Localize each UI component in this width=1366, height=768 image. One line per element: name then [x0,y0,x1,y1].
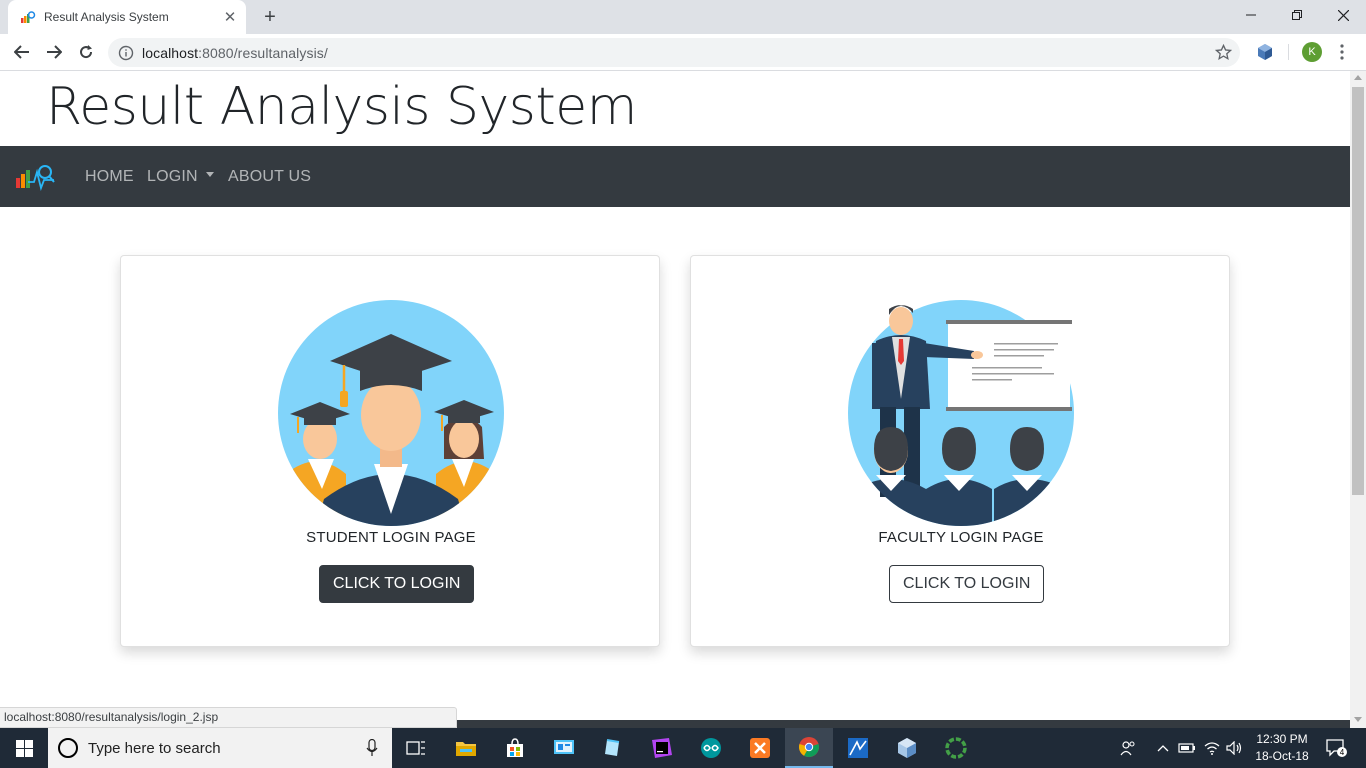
virtualbox-icon[interactable] [883,728,931,768]
task-view-icon[interactable] [392,728,440,768]
site-favicon-icon [21,11,36,23]
notepad-icon[interactable] [589,728,637,768]
nav-login-label: LOGIN [147,168,198,185]
faculty-login-label: FACULTY LOGIN PAGE [878,529,1044,546]
control-panel-icon[interactable] [540,728,588,768]
microphone-icon[interactable] [366,739,378,757]
arduino-icon[interactable] [687,728,735,768]
people-icon[interactable] [1116,728,1140,768]
xampp-icon[interactable] [736,728,784,768]
scroll-up-icon[interactable] [1354,75,1362,80]
minimize-icon[interactable] [1228,0,1274,30]
store-icon[interactable] [491,728,539,768]
site-title: Result Analysis System [46,77,637,137]
presenter-icon [848,300,1074,526]
bookmark-star-icon[interactable] [1215,44,1232,61]
notification-center-icon[interactable]: 4 [1320,728,1352,768]
new-tab-button[interactable]: + [258,6,282,28]
site-navbar: HOME LOGIN ABOUT US [0,146,1350,207]
wifi-icon[interactable] [1202,728,1222,768]
close-window-icon[interactable] [1320,0,1366,30]
info-icon[interactable] [118,45,134,61]
chevron-down-icon [205,172,214,177]
extension-cube-icon[interactable] [1255,42,1275,62]
student-login-label: STUDENT LOGIN PAGE [306,529,476,546]
url-host: localhost [142,44,199,61]
volume-icon[interactable] [1224,728,1246,768]
brand-logo-icon[interactable] [14,160,56,192]
file-explorer-icon[interactable] [442,728,490,768]
scroll-thumb[interactable] [1352,87,1364,495]
browser-tab-strip: Result Analysis System ✕ + [0,0,1366,34]
url-text: localhost:8080/resultanalysis/ [142,45,328,61]
chrome-menu-icon[interactable] [1336,43,1348,61]
clock-time: 12:30 PM [1256,732,1308,746]
nav-about-link[interactable]: ABOUT US [228,168,311,186]
tab-title: Result Analysis System [44,10,169,24]
page-scrollbar[interactable] [1350,71,1366,728]
cortana-icon [58,738,78,758]
chevron-up-icon[interactable] [1154,728,1172,768]
status-bar-url: localhost:8080/resultanalysis/login_2.js… [0,707,458,728]
back-icon[interactable] [8,39,36,65]
address-bar[interactable]: localhost:8080/resultanalysis/ [108,38,1240,67]
search-placeholder: Type here to search [88,739,221,757]
student-login-card: STUDENT LOGIN PAGE CLICK TO LOGIN [120,255,660,647]
nav-home-link[interactable]: HOME [85,168,134,186]
url-path: :8080/resultanalysis/ [198,44,328,61]
windows-start-icon[interactable] [0,728,48,768]
app-ring-icon[interactable] [932,728,980,768]
web-page: Result Analysis System HOME LOGIN ABOUT … [0,71,1350,728]
browser-tab[interactable]: Result Analysis System ✕ [8,0,246,34]
taskbar-search[interactable]: Type here to search [48,728,392,768]
tab-close-icon[interactable]: ✕ [220,7,240,27]
netbeans-icon[interactable] [834,728,882,768]
scroll-down-icon[interactable] [1354,717,1362,722]
restore-icon[interactable] [1274,0,1320,30]
browser-toolbar: localhost:8080/resultanalysis/ [0,34,1366,71]
notification-count: 4 [1340,748,1345,757]
battery-icon[interactable] [1176,728,1198,768]
toolbar-separator [1288,44,1289,60]
student-login-button[interactable]: CLICK TO LOGIN [319,565,475,603]
taskbar-clock[interactable]: 12:30 PM 18-Oct-18 [1248,731,1316,765]
reload-icon[interactable] [72,39,100,65]
forward-icon[interactable] [40,39,68,65]
profile-avatar[interactable]: K [1302,42,1322,62]
nav-login-dropdown[interactable]: LOGIN [147,168,214,186]
faculty-login-button[interactable]: CLICK TO LOGIN [889,565,1045,603]
chrome-icon[interactable] [785,728,833,768]
phpstorm-icon[interactable] [638,728,686,768]
graduates-icon [278,300,504,526]
clock-date: 18-Oct-18 [1255,749,1309,763]
windows-taskbar: Type here to search 12:30 PM 18-Oct-18 4 [0,728,1366,768]
faculty-login-card: FACULTY LOGIN PAGE CLICK TO LOGIN [690,255,1230,647]
